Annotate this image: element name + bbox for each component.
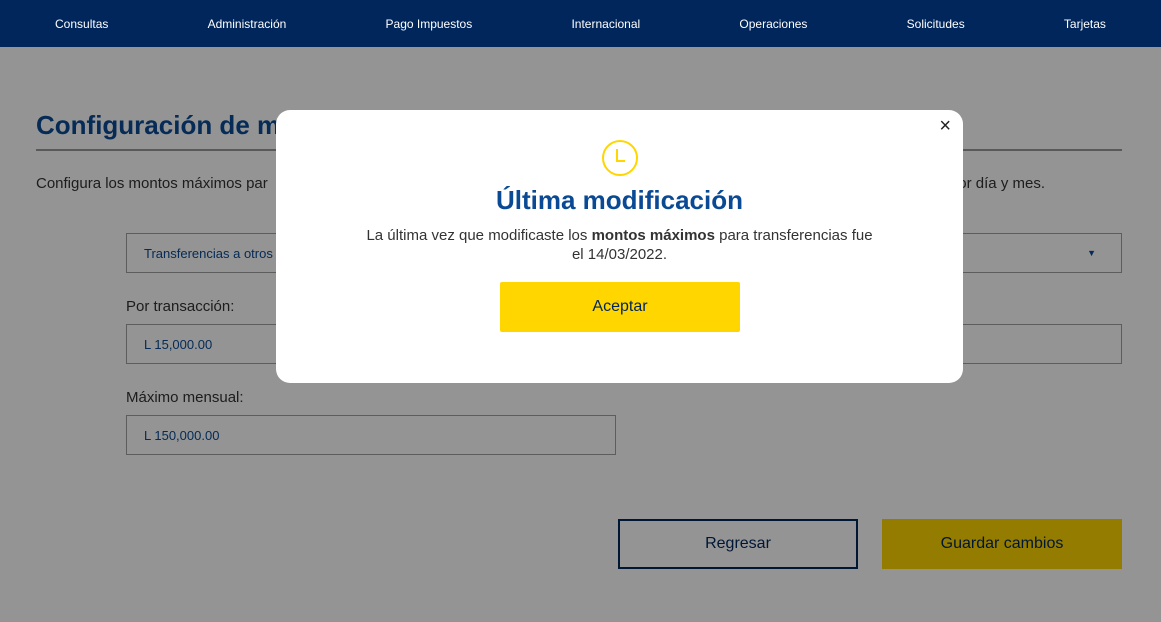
dialog-message-bold: montos máximos — [591, 227, 715, 244]
top-navigation: Consultas Administración Pago Impuestos … — [0, 0, 1161, 47]
nav-item-pago-impuestos[interactable]: Pago Impuestos — [386, 17, 473, 31]
last-modification-dialog: × Última modificación La última vez que … — [276, 110, 963, 383]
close-icon[interactable]: × — [939, 116, 951, 136]
nav-item-solicitudes[interactable]: Solicitudes — [907, 17, 965, 31]
dialog-message-start: La última vez que modificaste los — [366, 227, 592, 244]
nav-item-internacional[interactable]: Internacional — [571, 17, 640, 31]
dialog-message: La última vez que modificaste los montos… — [366, 226, 873, 264]
dialog-title: Última modificación — [495, 185, 744, 215]
nav-item-administracion[interactable]: Administración — [208, 17, 287, 31]
nav-item-operaciones[interactable]: Operaciones — [739, 17, 807, 31]
clock-icon — [602, 140, 638, 176]
nav-item-consultas[interactable]: Consultas — [55, 17, 108, 31]
accept-button[interactable]: Aceptar — [500, 282, 740, 332]
nav-item-tarjetas[interactable]: Tarjetas — [1064, 17, 1106, 31]
